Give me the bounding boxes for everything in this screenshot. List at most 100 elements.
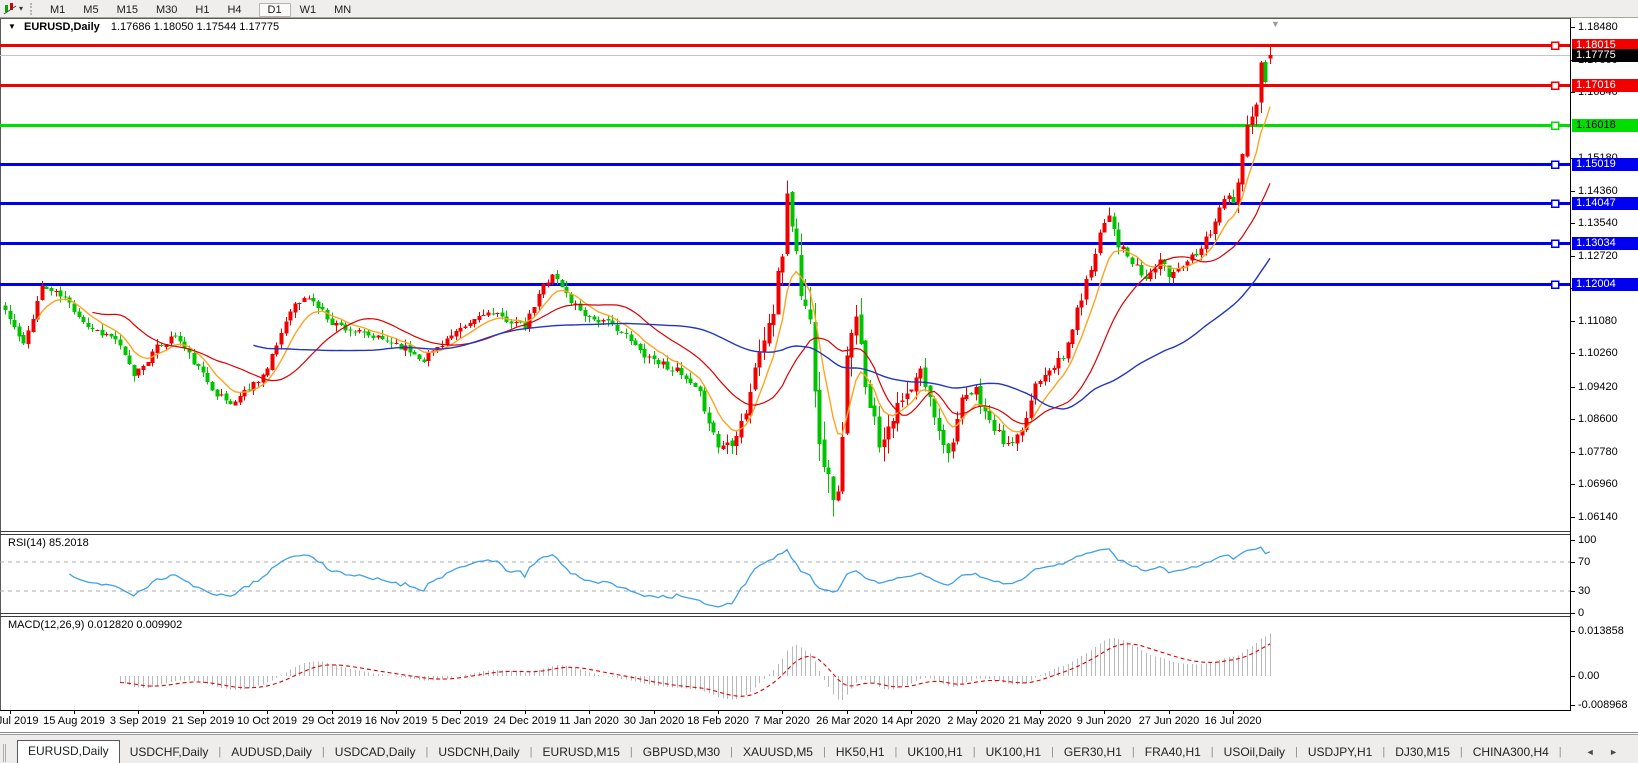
tab-china300-h4[interactable]: CHINA300,H4 [1463,741,1559,763]
price-tick [1571,517,1575,518]
macd-indicator-label: MACD(12,26,9) 0.012820 0.009902 [8,619,182,631]
tab-ger30-h1[interactable]: GER30,H1 [1054,741,1132,763]
level-price-label: 1.15019 [1572,158,1638,171]
price-tick-label: 1.14360 [1578,185,1618,197]
tab-scroll-right-icon[interactable]: ► [1609,747,1624,757]
date-tick [138,711,139,714]
timeframe-toolbar: ▾ M1M5M15M30H1H4 D1W1MN [0,0,1638,18]
collapse-triangle-icon[interactable]: ▼ [8,22,16,31]
date-tick [267,711,268,714]
price-tick-label: 1.11080 [1578,315,1617,327]
date-tick-label: 27 Jun 2020 [1139,715,1200,727]
chart-ohlc-values: 1.17686 1.18050 1.17544 1.17775 [111,21,279,33]
price-tick-label: 1.07780 [1578,446,1618,458]
tab-uk100-h1[interactable]: UK100,H1 [897,741,972,763]
timeframe-button-mn[interactable]: MN [325,3,360,17]
price-tick [1571,419,1575,420]
rsi-tick [1571,613,1575,614]
tab-eurusd-m15[interactable]: EURUSD,M15 [533,741,630,763]
timeframe-button-m1[interactable]: M1 [41,3,74,17]
rsi-tick-label: 0 [1578,607,1584,619]
tabs-container: EURUSD,DailyUSDCHF,Daily|AUDUSD,Daily|US… [17,740,1562,763]
price-tick [1571,191,1575,192]
date-tick [203,711,204,714]
price-tick-label: 1.06960 [1578,478,1618,490]
tab-hk50-h1[interactable]: HK50,H1 [826,741,895,763]
tab-eurusd-daily[interactable]: EURUSD,Daily [17,740,120,763]
date-tick-label: 3 Sep 2019 [110,715,166,727]
candles-layer [4,44,1273,516]
timeframe-button-w1[interactable]: W1 [291,3,326,17]
chart-symbol-label: EURUSD,Daily [24,21,100,33]
price-tick [1571,256,1575,257]
chart-window: ▼ EURUSD,Daily 1.17686 1.18050 1.17544 1… [0,18,1638,733]
chart-canvas[interactable] [0,18,1571,711]
tab-usdcnh-daily[interactable]: USDCNH,Daily [428,741,529,763]
level-price-label: 1.16018 [1572,119,1638,132]
tab-usdjpy-h1[interactable]: USDJPY,H1 [1298,741,1382,763]
current-price-label: 1.17775 [1572,49,1638,62]
chart-tool-icon[interactable] [3,2,18,15]
timeframe-button-m30[interactable]: M30 [147,3,186,17]
date-tick-label: 24 Dec 2019 [494,715,556,727]
price-axis[interactable]: 1.184801.176601.168401.151801.143601.135… [1570,18,1638,711]
date-tick [718,711,719,714]
moving-averages-layer [37,107,1270,435]
tab-usoil-daily[interactable]: USOil,Daily [1214,741,1295,763]
level-price-label: 1.14047 [1572,197,1638,210]
timeframe-button-d1[interactable]: D1 [259,3,291,17]
macd-tick [1571,705,1575,706]
tab-gbpusd-m30[interactable]: GBPUSD,M30 [633,741,730,763]
date-tick [589,711,590,714]
timeframe-button-h4[interactable]: H4 [218,3,250,17]
date-tick-label: 16 Jul 2020 [1205,715,1262,727]
date-tick [1233,711,1234,714]
tab-dj30-m15[interactable]: DJ30,M15 [1385,741,1460,763]
rsi-tick-label: 30 [1578,585,1590,597]
price-tick-label: 1.18480 [1578,21,1618,33]
date-tick-label: 14 Apr 2020 [881,715,940,727]
tab-usdcad-daily[interactable]: USDCAD,Daily [325,741,426,763]
tab-scroll-arrows: ◄ ► [1586,747,1624,763]
date-axis[interactable]: 27 Jul 201915 Aug 20193 Sep 201921 Sep 2… [0,711,1570,732]
tab-audusd-daily[interactable]: AUDUSD,Daily [221,741,322,763]
tab-fra40-h1[interactable]: FRA40,H1 [1135,741,1211,763]
rsi-tick [1571,591,1575,592]
timeframe-button-m15[interactable]: M15 [108,3,147,17]
price-tick [1571,452,1575,453]
date-tick [1169,711,1170,714]
chart-title: ▼ EURUSD,Daily 1.17686 1.18050 1.17544 1… [8,21,279,33]
price-tick-label: 1.13540 [1578,217,1618,229]
price-tick [1571,321,1575,322]
date-tick [847,711,848,714]
macd-tick [1571,631,1575,632]
tab-usdchf-daily[interactable]: USDCHF,Daily [120,741,219,763]
timeframe-button-h1[interactable]: H1 [186,3,218,17]
window-bottom-border [0,732,1638,733]
timeframe-button-m5[interactable]: M5 [74,3,107,17]
toolbar-grip[interactable] [30,3,37,15]
date-tick [1104,711,1105,714]
chart-shift-marker-icon[interactable]: ▼ [1271,19,1280,29]
timeframe-buttons: M1M5M15M30H1H4 D1W1MN [41,0,368,18]
date-tick-label: 27 Jul 2019 [0,715,38,727]
rsi-tick-label: 100 [1578,534,1596,546]
date-tick-label: 15 Aug 2019 [43,715,105,727]
date-tick-label: 21 May 2020 [1008,715,1072,727]
level-price-label: 1.12004 [1572,278,1638,291]
price-tick [1571,387,1575,388]
tab-scroll-left-icon[interactable]: ◄ [1586,747,1601,757]
macd-tick-label: 0.00 [1578,670,1599,682]
price-tick-label: 1.10260 [1578,347,1618,359]
macd-tick-label: 0.013858 [1578,625,1624,637]
rsi-tick-label: 70 [1578,556,1590,568]
tab-xauusd-m5[interactable]: XAUUSD,M5 [733,741,823,763]
date-tick [525,711,526,714]
price-tick [1571,484,1575,485]
date-tick-label: 16 Nov 2019 [365,715,427,727]
tab-uk100-h1[interactable]: UK100,H1 [976,741,1051,763]
chevron-down-icon[interactable]: ▾ [19,4,23,13]
date-tick [396,711,397,714]
date-tick-label: 7 Mar 2020 [754,715,810,727]
macd-tick-label: -0.008968 [1578,699,1628,711]
